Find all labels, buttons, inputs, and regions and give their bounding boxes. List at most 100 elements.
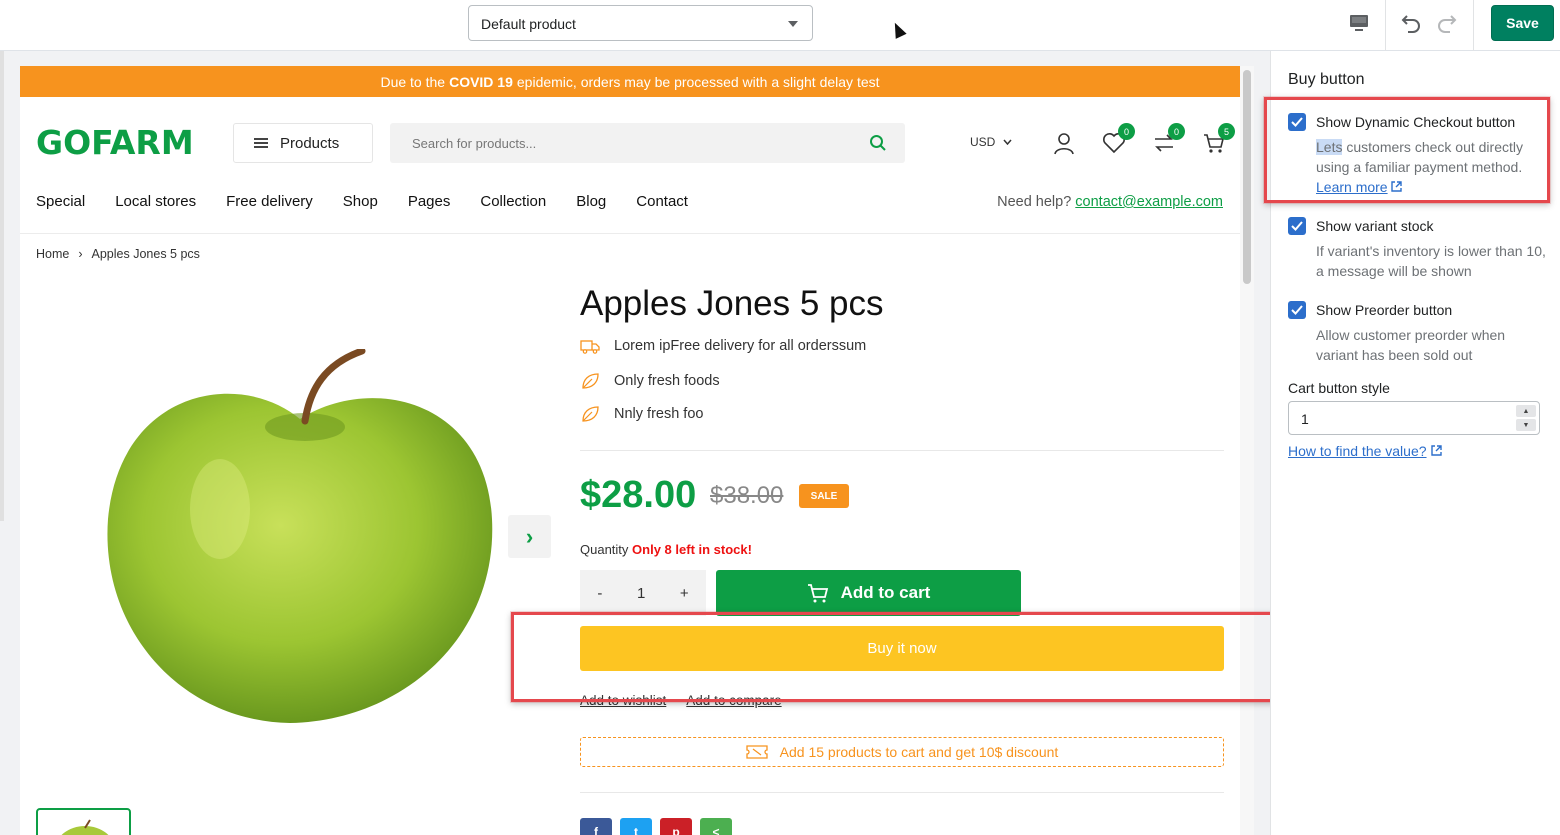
delivery-truck-icon [580, 340, 600, 354]
template-select-value: Default product [481, 16, 576, 32]
facebook-icon[interactable]: f [580, 818, 612, 835]
redo-icon[interactable] [1434, 10, 1460, 36]
breadcrumb: Home › Apples Jones 5 pcs [36, 247, 200, 261]
cart-icon [807, 584, 828, 603]
breadcrumb-current: Apples Jones 5 pcs [91, 247, 200, 261]
add-to-compare-link[interactable]: Add to compare [686, 693, 781, 708]
search-bar [390, 123, 905, 163]
add-to-cart-button[interactable]: Add to cart [716, 570, 1021, 616]
setting-label[interactable]: Show Dynamic Checkout button [1316, 114, 1515, 130]
number-spinner: ▲ ▼ [1516, 405, 1536, 431]
preview-scrollbar-thumb[interactable] [1243, 70, 1251, 284]
decrement-arrow-icon[interactable]: ▼ [1516, 419, 1536, 431]
image-next-arrow[interactable]: › [508, 515, 551, 558]
nav-item-pages[interactable]: Pages [408, 193, 451, 210]
share-icon[interactable]: < [700, 818, 732, 835]
feature-text: Lorem ipFree delivery for all orderssum [614, 338, 867, 354]
logo-text: GOFARM [36, 123, 194, 162]
setting-variant-stock: Show variant stock If variant's inventor… [1288, 217, 1550, 281]
nav-item-free-delivery[interactable]: Free delivery [226, 193, 313, 210]
search-icon[interactable] [869, 134, 887, 157]
product-secondary-links: Add to wishlist Add to compare [580, 693, 782, 708]
chevron-down-icon [1003, 139, 1012, 145]
checkmark-icon [1291, 117, 1303, 127]
products-menu-button[interactable]: Products [233, 123, 373, 163]
variant-stock-checkbox[interactable] [1288, 217, 1306, 235]
help-label: Need help? [997, 194, 1072, 210]
account-icon[interactable] [1052, 131, 1076, 155]
setting-dynamic-checkout: Show Dynamic Checkout button Lets custom… [1288, 113, 1550, 197]
toolbar-divider [1385, 0, 1386, 51]
wishlist-count-badge: 0 [1118, 123, 1135, 140]
setting-help-text: Lets customers check out directly using … [1316, 137, 1550, 197]
desktop-preview-icon[interactable] [1346, 10, 1372, 36]
setting-label[interactable]: Show variant stock [1316, 218, 1434, 234]
nav-item-blog[interactable]: Blog [576, 193, 606, 210]
left-sidebar-edge [0, 51, 4, 521]
twitter-icon[interactable]: t [620, 818, 652, 835]
panel-title: Buy button [1288, 71, 1365, 88]
stock-warning: Only 8 left in stock! [632, 542, 752, 557]
undo-icon[interactable] [1398, 10, 1424, 36]
nav-item-shop[interactable]: Shop [343, 193, 378, 210]
how-to-find-value-link[interactable]: How to find the value? [1288, 443, 1427, 459]
divider [580, 450, 1224, 451]
qty-increase-button[interactable]: + [680, 585, 689, 602]
product-title: Apples Jones 5 pcs [580, 284, 884, 323]
buy-it-now-button[interactable]: Buy it now [580, 626, 1224, 671]
header-divider [20, 233, 1240, 234]
qty-decrease-button[interactable]: - [597, 585, 602, 602]
leaf-icon [582, 373, 599, 389]
store-logo[interactable]: GOFARM [36, 123, 194, 162]
quantity-label-text: Quantity [580, 542, 629, 557]
qty-value[interactable]: 1 [637, 585, 645, 602]
compare-at-price: $38.00 [710, 482, 784, 509]
cart-style-label: Cart button style [1288, 380, 1390, 396]
currency-selector[interactable]: USD [970, 135, 1012, 149]
announcement-bar: Due to the COVID 19 epidemic, orders may… [20, 66, 1240, 97]
add-to-cart-label: Add to cart [840, 583, 931, 602]
quantity-label: Quantity Only 8 left in stock! [580, 542, 752, 557]
product-main-image[interactable] [100, 347, 500, 729]
breadcrumb-separator: › [78, 247, 83, 261]
checkmark-icon [1291, 221, 1303, 231]
search-input[interactable] [390, 123, 850, 163]
breadcrumb-home[interactable]: Home [36, 247, 69, 261]
save-button[interactable]: Save [1491, 5, 1554, 41]
learn-more-link[interactable]: Learn more [1316, 179, 1388, 195]
product-thumbnail-1[interactable] [36, 808, 131, 835]
setting-help-text: Allow customer preorder when variant has… [1316, 327, 1506, 363]
quantity-stepper: - 1 + [580, 570, 706, 616]
feature-text: Only fresh foods [614, 373, 720, 389]
nav-item-contact[interactable]: Contact [636, 193, 688, 210]
main-navigation: Special Local stores Free delivery Shop … [36, 193, 718, 210]
increment-arrow-icon[interactable]: ▲ [1516, 405, 1536, 417]
social-share: f t p < [580, 818, 732, 835]
discount-banner: Add 15 products to cart and get 10$ disc… [580, 737, 1224, 767]
template-select[interactable]: Default product [468, 5, 813, 41]
product-price: $28.00 [580, 474, 697, 516]
selected-text: Lets [1316, 139, 1343, 155]
find-value-link-wrap: How to find the value? [1288, 443, 1442, 461]
add-to-wishlist-link[interactable]: Add to wishlist [580, 693, 666, 708]
setting-help-text: If variant's inventory is lower than 10,… [1316, 243, 1546, 279]
cart-style-value: 1 [1301, 411, 1309, 427]
cart-style-input[interactable]: 1 ▲ ▼ [1288, 401, 1540, 435]
leaf-icon [582, 406, 599, 422]
nav-item-collection[interactable]: Collection [480, 193, 546, 210]
help-contact: Need help? contact@example.com [997, 194, 1223, 210]
nav-item-local-stores[interactable]: Local stores [115, 193, 196, 210]
sale-badge: SALE [799, 484, 849, 508]
external-link-icon [1391, 181, 1403, 192]
checkmark-icon [1291, 305, 1303, 315]
hamburger-icon [254, 138, 268, 148]
cart-count-badge: 5 [1218, 123, 1235, 140]
product-thumbnail-2[interactable] [185, 821, 245, 835]
discount-text: Add 15 products to cart and get 10$ disc… [779, 744, 1059, 760]
pinterest-icon[interactable]: p [660, 818, 692, 835]
dynamic-checkout-checkbox[interactable] [1288, 113, 1306, 131]
preorder-checkbox[interactable] [1288, 301, 1306, 319]
nav-item-special[interactable]: Special [36, 193, 85, 210]
help-email-link[interactable]: contact@example.com [1075, 194, 1223, 210]
setting-label[interactable]: Show Preorder button [1316, 302, 1452, 318]
